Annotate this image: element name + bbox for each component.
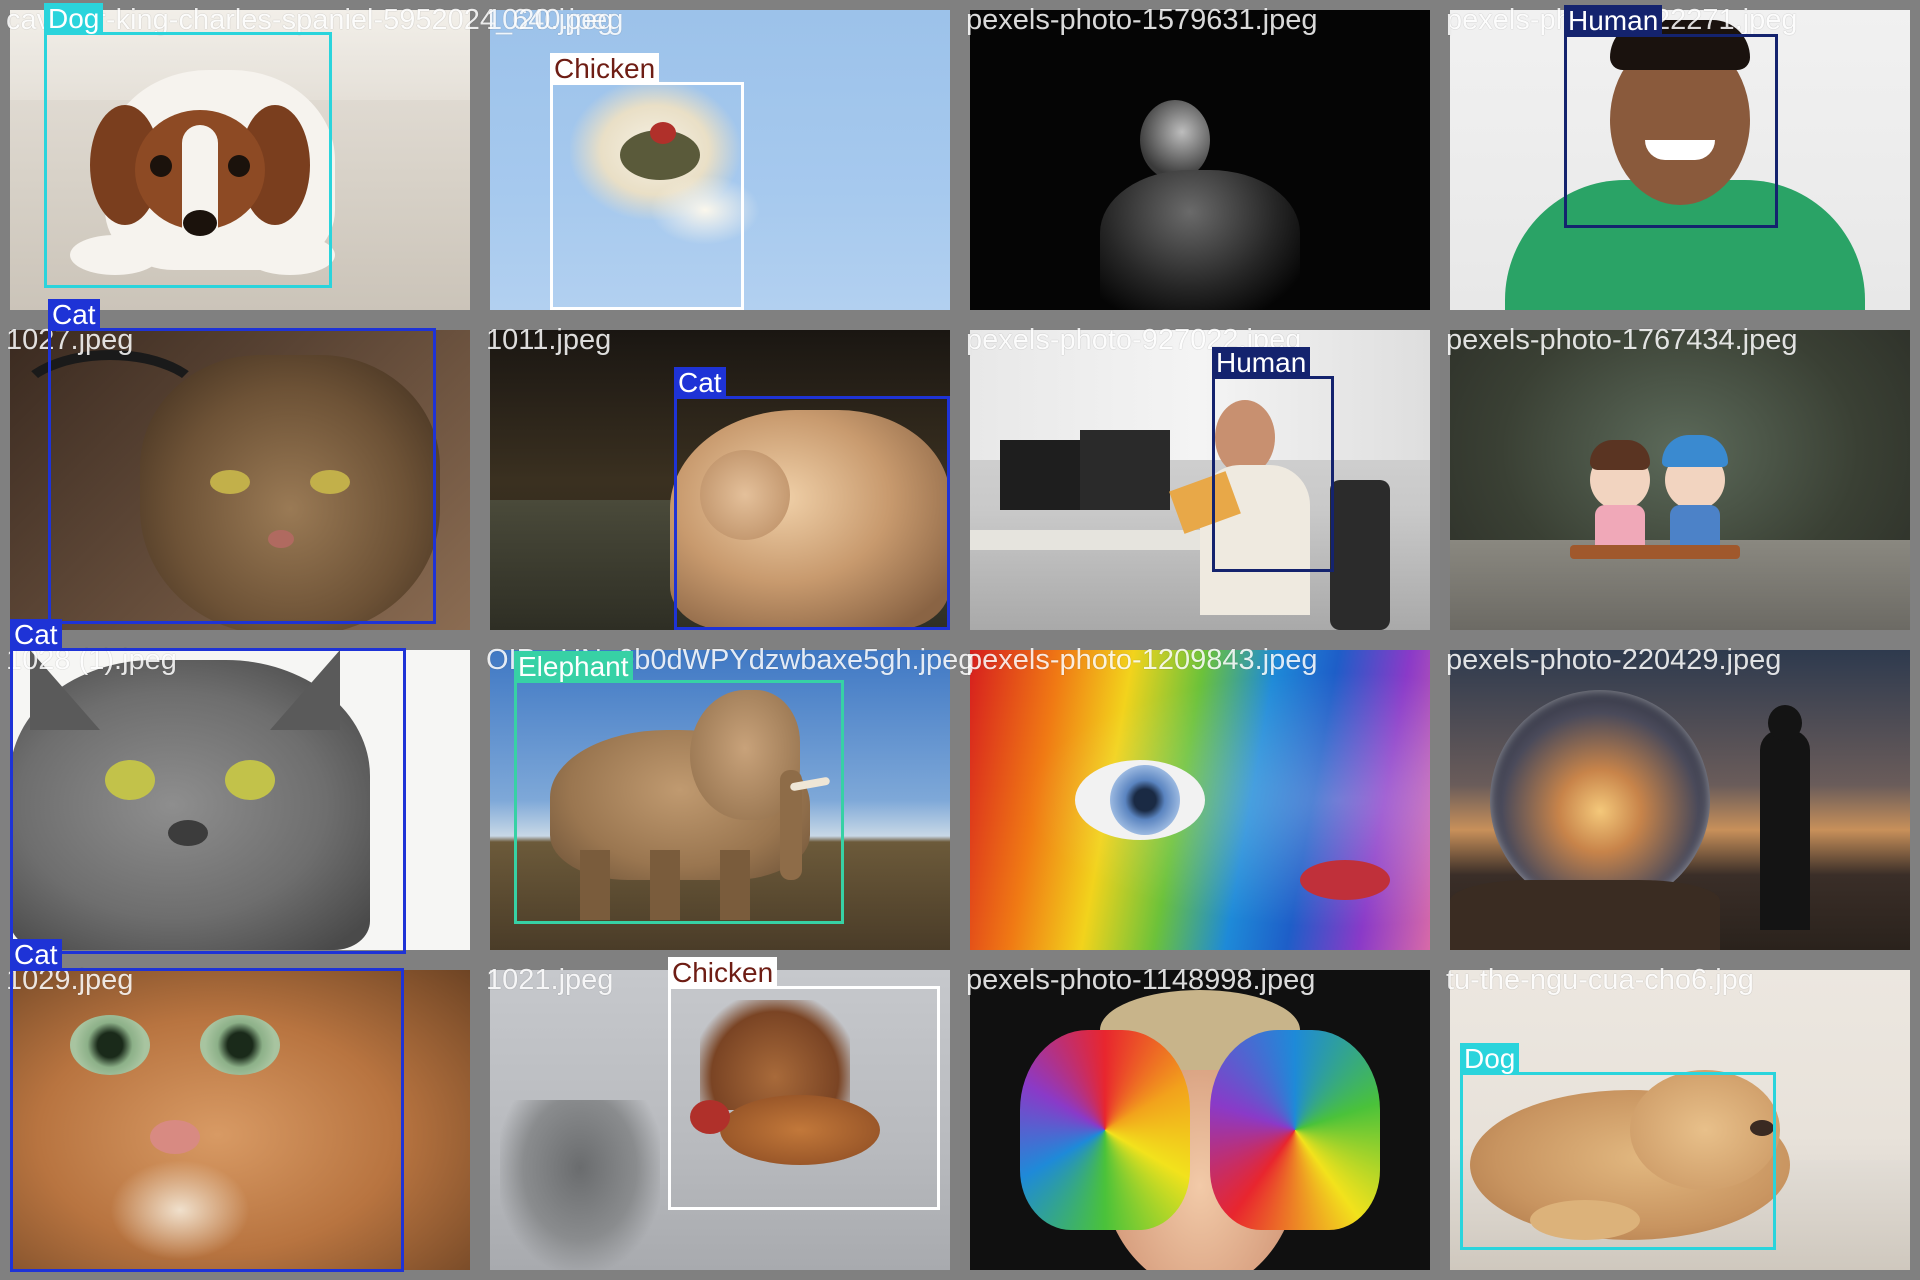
bbox-label-elephant: Elephant — [514, 651, 633, 683]
bbox-elephant[interactable]: Elephant — [514, 651, 844, 924]
bbox-label-chicken: Chicken — [668, 957, 778, 989]
bbox-cat[interactable]: Cat — [674, 367, 950, 630]
bbox-label-cat: Cat — [674, 367, 726, 399]
photo-glass-ball — [1450, 650, 1910, 950]
tile-filename: pexels-photo-1579631.jpeg — [966, 4, 1318, 36]
bbox-label-human: Human — [1212, 347, 1311, 379]
detection-results-grid: cavalier-king-charles-spaniel-5952024_64… — [0, 0, 1920, 1280]
bbox-dog[interactable]: Dog — [1460, 1043, 1776, 1250]
bbox-cat[interactable]: Cat — [10, 619, 406, 954]
tile-chicken-tree[interactable]: 1021.jpeg Chicken — [480, 957, 960, 1280]
tile-grey-cat[interactable]: 1028 (1).jpeg Cat — [0, 619, 480, 960]
photo-painted-hands — [970, 970, 1430, 1270]
bbox-chicken[interactable]: Chicken — [550, 53, 744, 310]
tile-filename: pexels-photo-220429.jpeg — [1446, 644, 1782, 676]
tile-filename: pexels-photo-1148998.jpeg — [966, 964, 1316, 996]
tile-filename: pexels-photo-1767434.jpeg — [1446, 324, 1798, 356]
tile-rainbow-face[interactable]: pexels-photo-1209843.jpeg — [960, 640, 1440, 960]
tile-chicken-flying[interactable]: 1020.jpeg Chicken — [480, 0, 960, 320]
photo-man-dark — [970, 10, 1430, 310]
tile-smiling-man[interactable]: pexels-photo-1222271.jpeg Human — [1440, 0, 1920, 320]
photo-office-man — [970, 330, 1430, 630]
tile-man-dark[interactable]: pexels-photo-1579631.jpeg — [960, 0, 1440, 320]
bbox-dog[interactable]: Dog — [44, 3, 332, 288]
bbox-label-chicken: Chicken — [550, 53, 660, 85]
tile-office-man[interactable]: pexels-photo-927022.jpeg Human — [960, 320, 1440, 640]
tile-sleeping-puppy[interactable]: tu-the-ngu-cua-cho6.jpg Dog — [1440, 960, 1920, 1280]
bbox-chicken[interactable]: Chicken — [668, 957, 940, 1210]
bbox-human[interactable]: Human — [1564, 5, 1778, 228]
bbox-cat[interactable]: Cat — [10, 939, 404, 1272]
tile-cat-backlit[interactable]: 1011.jpeg Cat — [480, 320, 960, 640]
bbox-cat[interactable]: Cat — [48, 299, 436, 624]
tile-filename: tu-the-ngu-cua-cho6.jpg — [1446, 964, 1754, 996]
bbox-label-human: Human — [1564, 5, 1663, 37]
tile-orange-cat[interactable]: 1029.jpeg Cat — [0, 939, 480, 1280]
tile-figurines[interactable]: pexels-photo-1767434.jpeg — [1440, 320, 1920, 640]
tile-filename: 1021.jpeg — [486, 964, 614, 996]
tile-filename: 1020.jpeg — [486, 4, 614, 36]
tile-filename: pexels-photo-1209843.jpeg — [966, 644, 1318, 676]
tile-painted-hands[interactable]: pexels-photo-1148998.jpeg — [960, 960, 1440, 1280]
photo-rainbow-face — [970, 650, 1430, 950]
tile-elephant[interactable]: OIP-zHNg0b0dWPYdzwbaxe5gh.jpeg Elephant — [480, 640, 974, 960]
bbox-label-dog: Dog — [1460, 1043, 1520, 1075]
bbox-label-cat: Cat — [10, 619, 62, 651]
photo-figurines — [1450, 330, 1910, 630]
bbox-label-dog: Dog — [44, 3, 104, 35]
shirt-print — [1625, 270, 1765, 310]
tile-filename: 1011.jpeg — [486, 324, 612, 356]
tile-dog-spaniel[interactable]: cavalier-king-charles-spaniel-5952024_64… — [0, 0, 623, 320]
tile-glass-ball[interactable]: pexels-photo-220429.jpeg — [1440, 640, 1920, 960]
tile-tabby-cat[interactable]: 1027.jpeg Cat — [0, 299, 480, 640]
bbox-label-cat: Cat — [48, 299, 100, 331]
bbox-human[interactable]: Human — [1212, 347, 1334, 572]
bbox-label-cat: Cat — [10, 939, 62, 971]
